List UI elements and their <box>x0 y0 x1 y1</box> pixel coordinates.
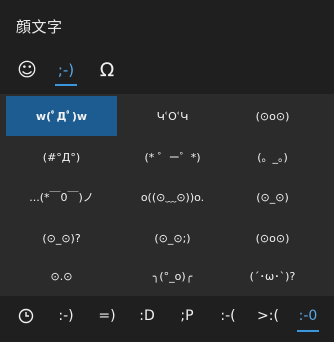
panel-title: 顔文字 <box>16 18 63 36</box>
tab-kaomoji[interactable]: ;-) <box>47 50 85 90</box>
tab-surprised[interactable]: :-0 <box>289 296 327 336</box>
kaomoji-cell[interactable]: (#°Д°) <box>6 137 117 177</box>
kaomoji-category-bar: :-) =) :D ;P :-( >:( :-0 <box>0 296 334 342</box>
tab-grin[interactable]: :D <box>128 296 166 336</box>
kaomoji-cell[interactable]: ...(*￣0￣)ノ <box>6 177 117 217</box>
kaomoji-cell[interactable]: (* ゜ー゜*) <box>117 137 228 177</box>
kaomoji-cell[interactable]: ⊙.⊙ <box>6 256 117 296</box>
kaomoji-grid: w(ﾟДﾟ)w ԿՙOՙԿ (⊙o⊙) (#°Д°) (* ゜ー゜*) (。_。… <box>0 94 334 296</box>
kaomoji-cell[interactable]: (⊙_⊙;) <box>117 218 228 258</box>
tab-emoji[interactable]: ☺ <box>8 50 46 90</box>
clock-icon <box>18 308 34 324</box>
kaomoji-cell[interactable]: (⊙o⊙) <box>217 218 328 258</box>
kaomoji-cell[interactable]: ԿՙOՙԿ <box>117 96 228 136</box>
kaomoji-cell[interactable]: (⊙_⊙) <box>217 177 328 217</box>
kaomoji-cell[interactable]: o((⊙﹏⊙))o. <box>117 177 228 217</box>
kaomoji-cell[interactable]: ╮(°_o)╭ <box>117 256 228 296</box>
tab-sad[interactable]: :-( <box>209 296 247 336</box>
tab-recent[interactable] <box>7 296 45 336</box>
tab-symbols[interactable]: Ω <box>88 50 126 90</box>
tab-smile[interactable]: =) <box>88 296 126 336</box>
kaomoji-cell[interactable]: (。_。) <box>217 137 328 177</box>
tab-wink[interactable]: ;P <box>168 296 206 336</box>
kaomoji-cell[interactable]: (´･ω･`)? <box>217 256 328 296</box>
emoji-panel: 顔文字 ☺ ;-) Ω w(ﾟДﾟ)w ԿՙOՙԿ (⊙o⊙) (#°Д°) (… <box>0 0 334 342</box>
tab-happy[interactable]: :-) <box>47 296 85 336</box>
category-tabs: ☺ ;-) Ω <box>0 50 334 90</box>
tab-kaomoji-label: ;-) <box>57 60 75 79</box>
smiley-icon: ☺ <box>17 58 37 81</box>
tab-angry[interactable]: >:( <box>249 296 287 336</box>
omega-icon: Ω <box>99 58 115 81</box>
kaomoji-cell[interactable]: (⊙_⊙)? <box>6 218 117 258</box>
kaomoji-cell[interactable]: w(ﾟДﾟ)w <box>6 96 117 136</box>
kaomoji-cell[interactable]: (⊙o⊙) <box>217 96 328 136</box>
